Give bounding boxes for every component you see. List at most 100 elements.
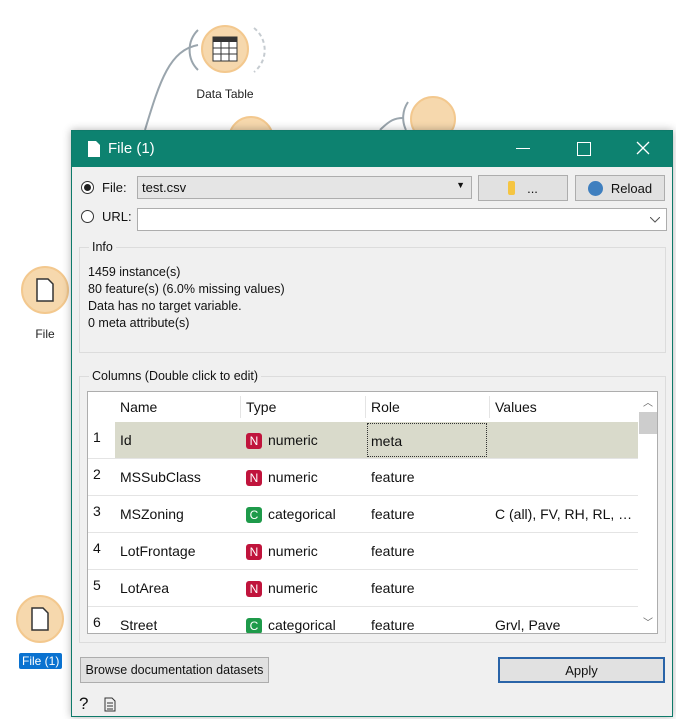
- table-row[interactable]: 3 MSZoning Ccategorical feature C (all),…: [88, 496, 638, 533]
- window-title: File (1): [108, 140, 155, 157]
- header-name[interactable]: Name: [120, 392, 157, 422]
- file-1-node[interactable]: [16, 595, 64, 643]
- column-values: [495, 422, 635, 458]
- browse-documentation-button[interactable]: Browse documentation datasets: [80, 657, 269, 683]
- table-row[interactable]: 2 MSSubClass Nnumeric feature: [88, 459, 638, 496]
- column-role[interactable]: feature: [371, 496, 415, 532]
- help-icon[interactable]: ?: [79, 694, 88, 714]
- file-combo[interactable]: test.csv ▼: [137, 176, 472, 199]
- info-line: 0 meta attribute(s): [88, 316, 190, 330]
- file-icon: [36, 278, 54, 302]
- node-label-selected: File (1): [19, 653, 63, 669]
- info-text: 1459 instance(s) 80 feature(s) (6.0% mis…: [88, 264, 285, 332]
- maximize-button[interactable]: [577, 142, 591, 156]
- close-icon[interactable]: [636, 141, 650, 155]
- column-name[interactable]: LotArea: [120, 570, 169, 606]
- column-type[interactable]: Ccategorical: [246, 607, 336, 633]
- header-role[interactable]: Role: [371, 392, 400, 422]
- column-type[interactable]: Ccategorical: [246, 496, 336, 532]
- minimize-button[interactable]: [516, 148, 530, 149]
- column-type[interactable]: Nnumeric: [246, 570, 318, 606]
- file-icon: [88, 141, 100, 157]
- url-radio[interactable]: [81, 210, 94, 223]
- table-icon: [212, 36, 238, 62]
- apply-button[interactable]: Apply: [498, 657, 665, 683]
- file-widget-window: File (1) File: test.csv ▼ ... Reload URL…: [71, 130, 673, 717]
- reload-icon: [587, 180, 603, 196]
- file-icon: [31, 607, 49, 631]
- column-name[interactable]: MSZoning: [120, 496, 184, 532]
- scroll-up-icon[interactable]: ︿: [643, 394, 653, 409]
- header-values[interactable]: Values: [495, 392, 537, 422]
- url-label: URL:: [102, 209, 132, 224]
- scrollbar-thumb[interactable]: [639, 412, 657, 434]
- table-row[interactable]: 4 LotFrontage Nnumeric feature: [88, 533, 638, 570]
- row-number: 5: [93, 577, 101, 593]
- type-label: numeric: [268, 432, 318, 448]
- column-values: [495, 459, 635, 495]
- column-name[interactable]: LotFrontage: [120, 533, 196, 569]
- column-values: [495, 533, 635, 569]
- row-number: 1: [93, 429, 101, 445]
- column-role[interactable]: feature: [371, 607, 415, 633]
- info-line: 80 feature(s) (6.0% missing values): [88, 282, 285, 296]
- node-label: File: [35, 327, 55, 341]
- report-icon[interactable]: [104, 697, 116, 712]
- info-line: Data has no target variable.: [88, 299, 242, 313]
- column-role[interactable]: feature: [371, 459, 415, 495]
- numeric-icon: N: [246, 433, 262, 450]
- info-group: Info 1459 instance(s) 80 feature(s) (6.0…: [79, 240, 666, 353]
- header-type[interactable]: Type: [246, 392, 276, 422]
- table-row[interactable]: 1 Id Nnumeric meta: [88, 422, 638, 459]
- node-label: Data Table: [196, 87, 254, 101]
- numeric-icon: N: [246, 470, 262, 487]
- column-role[interactable]: feature: [371, 570, 415, 606]
- column-values: [495, 570, 635, 606]
- type-label: numeric: [268, 580, 318, 596]
- title-bar[interactable]: File (1): [72, 131, 672, 167]
- column-type[interactable]: Nnumeric: [246, 459, 318, 495]
- dropdown-arrow-icon: ▼: [456, 180, 465, 190]
- vertical-scrollbar[interactable]: ︿ ﹀: [638, 392, 657, 633]
- table-header: Name Type Role Values: [88, 392, 638, 422]
- row-number: 4: [93, 540, 101, 556]
- row-number: 2: [93, 466, 101, 482]
- browse-button[interactable]: ...: [478, 175, 568, 201]
- type-label: categorical: [268, 506, 336, 522]
- url-combo[interactable]: [137, 208, 667, 231]
- scroll-down-icon[interactable]: ﹀: [643, 614, 653, 629]
- info-title: Info: [89, 240, 116, 254]
- column-role[interactable]: meta: [367, 423, 487, 457]
- column-type[interactable]: Nnumeric: [246, 422, 318, 458]
- column-role[interactable]: feature: [371, 533, 415, 569]
- type-label: numeric: [268, 469, 318, 485]
- numeric-icon: N: [246, 581, 262, 598]
- column-name[interactable]: Id: [120, 422, 132, 458]
- file-radio[interactable]: [81, 181, 94, 194]
- file-node[interactable]: [21, 266, 69, 314]
- column-values: Grvl, Pave: [495, 617, 561, 633]
- data-table-node[interactable]: [201, 25, 249, 73]
- column-name[interactable]: Street: [120, 607, 157, 633]
- categorical-icon: C: [246, 507, 262, 524]
- table-row[interactable]: 5 LotArea Nnumeric feature: [88, 570, 638, 607]
- file-combo-value: test.csv: [142, 180, 187, 195]
- table-row[interactable]: 6 Street Ccategorical feature Grvl, Pave: [88, 607, 638, 633]
- row-number: 6: [93, 614, 101, 630]
- numeric-icon: N: [246, 544, 262, 561]
- column-name[interactable]: MSSubClass: [120, 459, 201, 495]
- reload-label: Reload: [610, 180, 653, 196]
- column-values: C (all), FV, RH, RL, R...: [495, 506, 635, 522]
- file-label: File:: [102, 180, 127, 195]
- columns-title: Columns (Double click to edit): [89, 369, 262, 383]
- columns-table[interactable]: Name Type Role Values 1 Id Nnumeric meta…: [87, 391, 658, 634]
- reload-button[interactable]: Reload: [575, 175, 665, 201]
- column-type[interactable]: Nnumeric: [246, 533, 318, 569]
- info-line: 1459 instance(s): [88, 265, 181, 279]
- type-label: numeric: [268, 543, 318, 559]
- type-label: categorical: [268, 617, 336, 633]
- chevron-down-icon: [650, 217, 660, 223]
- row-number: 3: [93, 503, 101, 519]
- categorical-icon: C: [246, 618, 262, 633]
- browse-label: ...: [527, 180, 538, 196]
